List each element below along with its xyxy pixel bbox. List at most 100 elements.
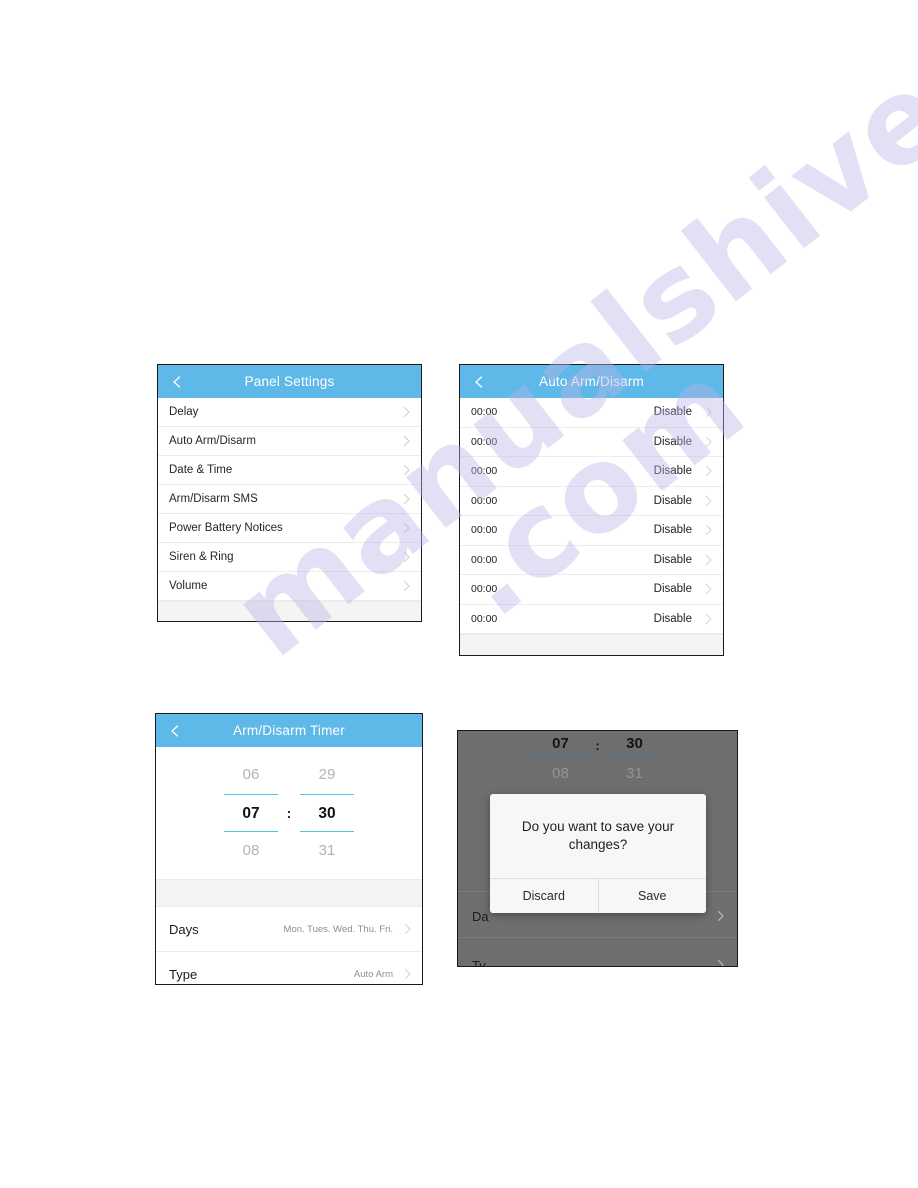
row-divider	[458, 937, 737, 938]
dimmed-next-row: 08 31	[533, 765, 663, 782]
schedule-time: 00:00	[471, 465, 498, 478]
settings-row-label: Power Battery Notices	[169, 522, 283, 534]
chevron-right-icon	[704, 436, 713, 448]
auto-arm-schedule-list: 00:00 Disable 00:00 Disable 00:00 Disabl…	[460, 398, 723, 655]
settings-list-footer	[158, 601, 421, 621]
timer-row-type[interactable]: Type Auto Arm	[156, 952, 422, 984]
dialog-message: Do you want to save your changes?	[521, 819, 675, 853]
schedule-time: 00:00	[471, 612, 498, 625]
settings-row-label: Siren & Ring	[169, 551, 234, 563]
chevron-right-icon	[704, 524, 713, 536]
time-separator: :	[286, 805, 292, 821]
timer-options-list: Days Mon. Tues. Wed. Thu. Fri. Type Auto…	[156, 907, 422, 984]
chevron-right-icon	[704, 613, 713, 625]
dimmed-row-label: Ty	[472, 957, 486, 967]
time-picker-columns: 06 07 08 : 29 30 31	[156, 756, 422, 870]
chevron-left-icon[interactable]	[170, 375, 184, 389]
schedule-row[interactable]: 00:00 Disable	[460, 545, 723, 575]
chevron-right-icon	[403, 968, 412, 980]
chevron-left-icon[interactable]	[168, 724, 182, 738]
settings-row-date-time[interactable]: Date & Time	[158, 456, 421, 485]
schedule-state: Disable	[653, 524, 692, 537]
dimmed-selected-row: 07 : 30	[532, 735, 663, 756]
hour-prev-value[interactable]: 06	[224, 756, 278, 794]
hour-selected-value[interactable]: 07	[224, 794, 278, 832]
auto-arm-titlebar: Auto Arm/Disarm	[460, 365, 723, 398]
panel-settings-screen: Panel Settings Delay Auto Arm/Disarm Dat…	[157, 364, 422, 622]
save-changes-dialog: Do you want to save your changes? Discar…	[490, 794, 706, 914]
chevron-right-icon	[704, 406, 713, 418]
schedule-state: Disable	[653, 553, 692, 566]
chevron-right-icon	[402, 464, 411, 476]
schedule-row[interactable]: 00:00 Disable	[460, 398, 723, 428]
chevron-right-icon	[402, 580, 411, 592]
timer-row-label: Type	[169, 966, 198, 982]
settings-row-label: Auto Arm/Disarm	[169, 435, 256, 447]
schedule-state: Disable	[653, 435, 692, 448]
schedule-time: 00:00	[471, 553, 498, 566]
schedule-state: Disable	[653, 583, 692, 596]
minute-selected-value[interactable]: 30	[300, 794, 354, 832]
settings-row-label: Date & Time	[169, 464, 233, 476]
schedule-time: 00:00	[471, 406, 498, 419]
hour-selected-value: 07	[532, 735, 589, 756]
timer-row-label: Days	[169, 921, 199, 937]
picker-section-divider	[156, 879, 422, 907]
settings-row-arm-disarm-sms[interactable]: Arm/Disarm SMS	[158, 485, 421, 514]
minute-prev-value[interactable]: 29	[300, 756, 354, 794]
timer-row-value: Mon. Tues. Wed. Thu. Fri.	[283, 923, 393, 935]
minute-column[interactable]: 29 30 31	[300, 756, 354, 870]
hour-column[interactable]: 06 07 08	[224, 756, 278, 870]
schedule-time: 00:00	[471, 524, 498, 537]
chevron-right-icon	[402, 493, 411, 505]
settings-row-volume[interactable]: Volume	[158, 572, 421, 601]
chevron-left-icon[interactable]	[472, 375, 486, 389]
auto-arm-list-footer	[460, 634, 723, 655]
time-separator: :	[595, 738, 600, 753]
timer-row-value: Auto Arm	[353, 968, 393, 980]
chevron-right-icon	[402, 435, 411, 447]
timer-titlebar: Arm/Disarm Timer	[156, 714, 422, 747]
panel-settings-list: Delay Auto Arm/Disarm Date & Time Arm/Di…	[158, 398, 421, 621]
dimmed-row-type: Ty	[458, 954, 737, 967]
hour-next-value[interactable]: 08	[224, 832, 278, 870]
chevron-right-icon	[716, 910, 725, 922]
schedule-row[interactable]: 00:00 Disable	[460, 604, 723, 634]
schedule-state: Disable	[653, 612, 692, 625]
schedule-time: 00:00	[471, 435, 498, 448]
settings-row-label: Volume	[169, 580, 208, 592]
schedule-row[interactable]: 00:00 Disable	[460, 486, 723, 516]
auto-arm-disarm-screen: Auto Arm/Disarm 00:00 Disable 00:00 Disa…	[459, 364, 724, 656]
schedule-row[interactable]: 00:00 Disable	[460, 516, 723, 546]
schedule-time: 00:00	[471, 583, 498, 596]
settings-row-label: Arm/Disarm SMS	[169, 493, 258, 505]
save-changes-dialog-screen: 07 : 30 08 31 Da Ty Do you want to save …	[457, 730, 738, 967]
chevron-right-icon	[704, 465, 713, 477]
dialog-actions: Discard Save	[490, 878, 706, 914]
schedule-row[interactable]: 00:00 Disable	[460, 457, 723, 487]
auto-arm-title: Auto Arm/Disarm	[538, 374, 645, 389]
discard-button[interactable]: Discard	[490, 879, 598, 914]
schedule-row[interactable]: 00:00 Disable	[460, 575, 723, 605]
schedule-state: Disable	[653, 494, 692, 507]
time-picker[interactable]: 06 07 08 : 29 30 31	[156, 747, 422, 879]
settings-row-siren-ring[interactable]: Siren & Ring	[158, 543, 421, 572]
minute-next-value[interactable]: 31	[300, 832, 354, 870]
schedule-state: Disable	[653, 406, 692, 419]
chevron-right-icon	[403, 923, 412, 935]
timer-row-days[interactable]: Days Mon. Tues. Wed. Thu. Fri.	[156, 907, 422, 952]
settings-row-delay[interactable]: Delay	[158, 398, 421, 427]
panel-settings-titlebar: Panel Settings	[158, 365, 421, 398]
chevron-right-icon	[704, 554, 713, 566]
dimmed-time-picker: 07 : 30 08 31	[458, 731, 737, 797]
chevron-right-icon	[402, 522, 411, 534]
save-button[interactable]: Save	[597, 879, 706, 914]
chevron-right-icon	[704, 583, 713, 595]
timer-title: Arm/Disarm Timer	[233, 723, 345, 738]
schedule-row[interactable]: 00:00 Disable	[460, 427, 723, 457]
hour-next-value: 08	[552, 765, 569, 782]
chevron-right-icon	[402, 406, 411, 418]
settings-row-auto-arm-disarm[interactable]: Auto Arm/Disarm	[158, 427, 421, 456]
chevron-right-icon	[402, 551, 411, 563]
settings-row-power-battery-notices[interactable]: Power Battery Notices	[158, 514, 421, 543]
